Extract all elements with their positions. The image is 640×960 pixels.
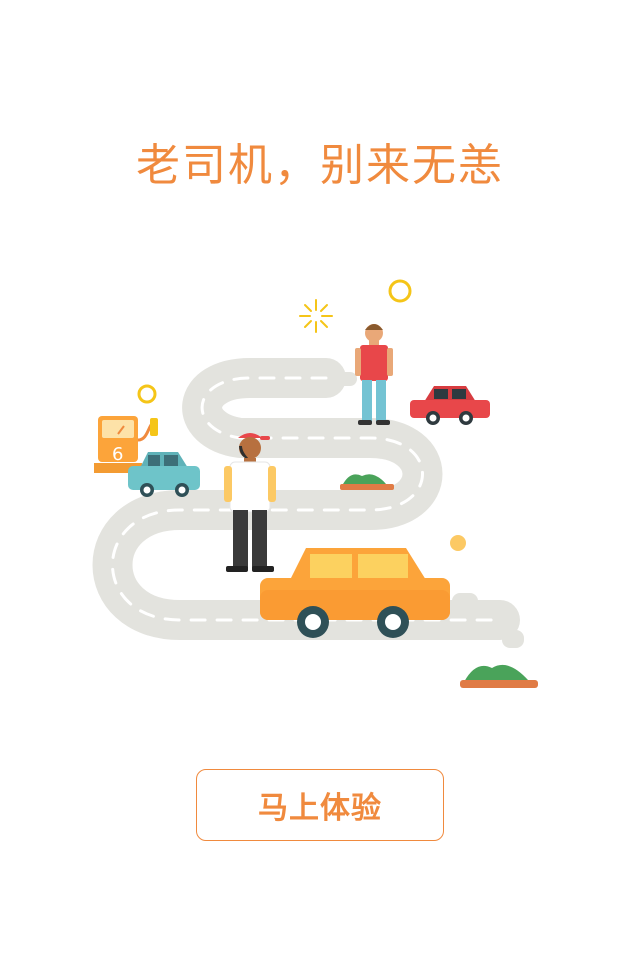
bush-icon — [340, 474, 394, 490]
dot-icon — [450, 535, 466, 551]
ring-icon — [137, 384, 157, 404]
road-trip-illustration: 6 — [92, 279, 538, 688]
sun-ring-icon — [388, 279, 412, 303]
bush-icon — [460, 664, 538, 688]
welcome-screen: 老司机，别来无恙 6 马上体验 — [0, 0, 640, 960]
try-now-button[interactable]: 马上体验 — [196, 769, 444, 841]
svg-text:6: 6 — [112, 444, 123, 465]
person-red-shirt-icon — [355, 324, 393, 425]
sparkle-icon — [299, 299, 333, 333]
red-car-icon — [410, 386, 490, 425]
page-title: 老司机，别来无恙 — [136, 140, 504, 191]
